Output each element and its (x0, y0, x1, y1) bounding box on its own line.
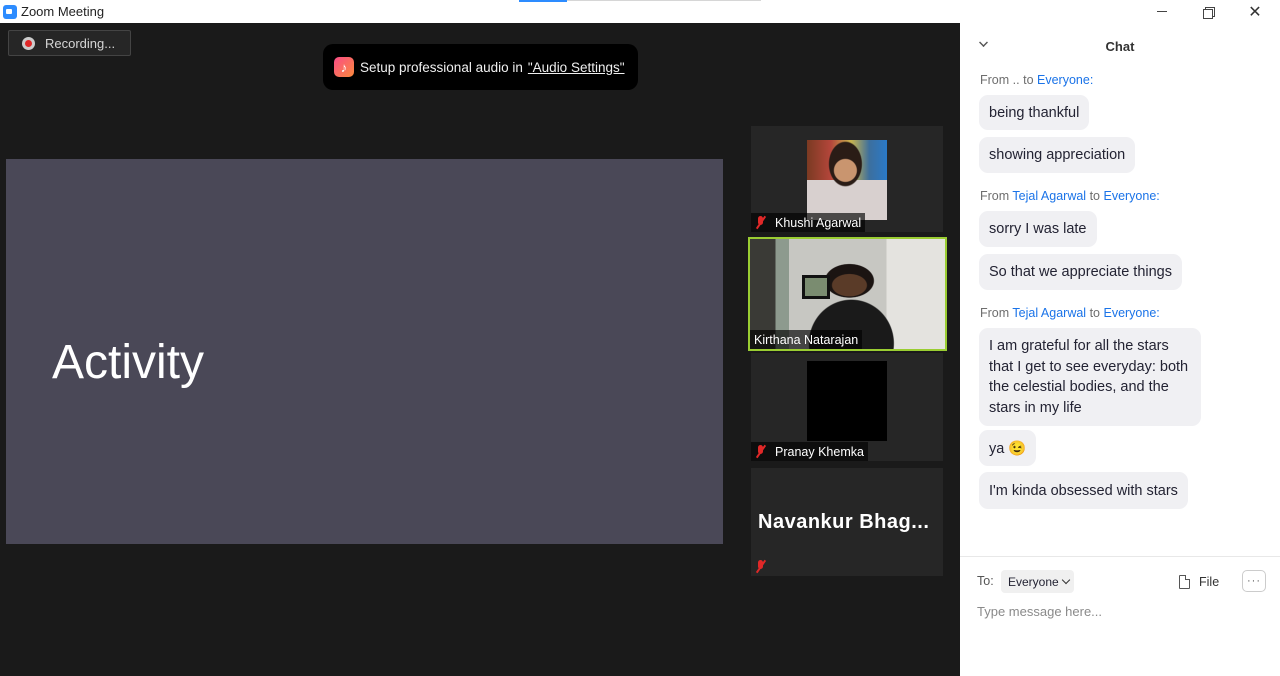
minimize-icon (1157, 11, 1167, 12)
zoom-camera-icon (3, 5, 17, 19)
view-tab-indicator[interactable] (519, 0, 567, 2)
slide-title: Activity (52, 336, 205, 389)
message-sender-line: From .. to Everyone: (980, 73, 1094, 87)
restore-icon (1203, 6, 1215, 19)
chat-title: Chat (1105, 39, 1135, 54)
chevron-down-icon (1061, 575, 1070, 585)
message-sender-line: From Tejal Agarwal to Everyone: (980, 189, 1160, 203)
record-icon (22, 36, 35, 50)
close-icon: ✕ (1248, 3, 1262, 21)
recipient-link[interactable]: Everyone: (1103, 306, 1159, 320)
music-note-icon: ♪ (334, 57, 354, 77)
participant-tile-active-speaker[interactable]: Kirthana Natarajan (748, 237, 947, 351)
participant-name-bar: Khushi Agarwal (751, 213, 866, 232)
view-tab-track[interactable] (567, 0, 761, 1)
participant-tile[interactable]: Pranay Khemka (751, 353, 943, 461)
toast-text: Setup professional audio in (360, 59, 523, 75)
chat-panel: Chat From .. to Everyone: being thankful… (960, 23, 1280, 676)
recording-label: Recording... (45, 35, 116, 51)
minimize-button[interactable] (1139, 0, 1185, 23)
chat-message[interactable]: sorry I was late (979, 211, 1097, 247)
chat-message[interactable]: So that we appreciate things (979, 254, 1182, 290)
participant-name-bar: Kirthana Natarajan (750, 330, 863, 349)
recipient-link[interactable]: Everyone: (1037, 73, 1093, 87)
recording-indicator[interactable]: Recording... (8, 30, 131, 56)
participant-tile[interactable]: Khushi Agarwal (751, 126, 943, 232)
compose-divider (960, 556, 1280, 557)
participant-video-off (807, 361, 887, 441)
recipient-select[interactable]: Everyone (1001, 570, 1074, 593)
participant-name: Kirthana Natarajan (754, 332, 859, 347)
title-bar: Zoom Meeting ✕ (0, 0, 1280, 23)
file-icon (1179, 575, 1190, 589)
to-label: To: (977, 574, 994, 588)
recipient-link[interactable]: Everyone: (1103, 189, 1159, 203)
mic-muted-icon (755, 560, 767, 573)
participant-name: Navankur Bhag... (758, 511, 930, 533)
wall-picture (802, 275, 830, 299)
chat-message[interactable]: ya 😉 (979, 430, 1037, 466)
restore-button[interactable] (1185, 0, 1231, 23)
message-input[interactable] (977, 601, 1267, 621)
chat-message[interactable]: being thankful (979, 95, 1090, 130)
more-options-button[interactable]: ··· (1242, 570, 1266, 592)
close-button[interactable]: ✕ (1232, 0, 1278, 23)
file-button[interactable]: File (1179, 572, 1219, 592)
chat-header: Chat (960, 23, 1280, 68)
participant-name: Khushi Agarwal (775, 215, 862, 230)
participant-tile[interactable]: Navankur Bhag... (751, 468, 943, 576)
sender-link[interactable]: Tejal Agarwal (1012, 189, 1086, 203)
sender-link[interactable]: Tejal Agarwal (1012, 306, 1086, 320)
audio-settings-link[interactable]: "Audio Settings" (528, 60, 625, 75)
mic-muted-icon (755, 216, 767, 229)
chat-message[interactable]: showing appreciation (979, 137, 1136, 173)
chat-message[interactable]: I'm kinda obsessed with stars (979, 472, 1188, 509)
shared-screen: Activity (6, 159, 723, 544)
meeting-area: Recording... ♪ Setup professional audio … (0, 23, 960, 676)
chat-message[interactable]: I am grateful for all the stars that I g… (979, 328, 1201, 426)
message-sender-line: From Tejal Agarwal to Everyone: (980, 306, 1160, 320)
participant-photo (807, 140, 887, 220)
participant-name: Pranay Khemka (775, 444, 864, 459)
participant-name-bar: Pranay Khemka (751, 442, 868, 461)
window-title: Zoom Meeting (21, 4, 105, 19)
audio-settings-toast: ♪ Setup professional audio in "Audio Set… (323, 44, 638, 90)
mic-muted-icon (755, 445, 767, 458)
